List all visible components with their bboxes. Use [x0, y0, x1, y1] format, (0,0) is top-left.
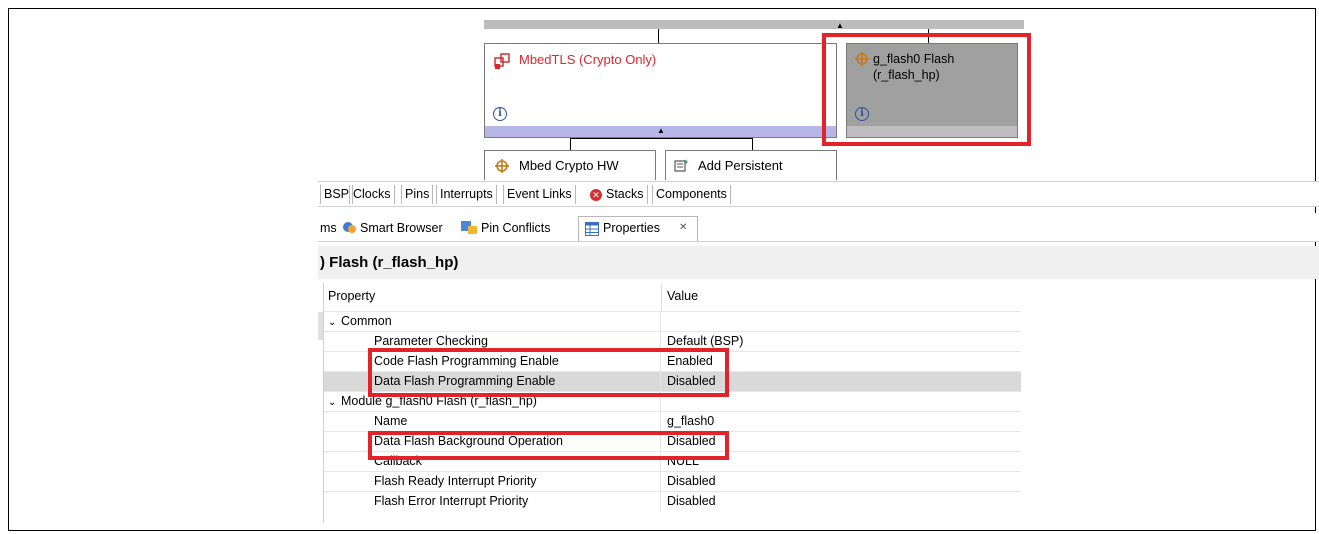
properties-icon — [585, 222, 599, 236]
header-property[interactable]: Property — [328, 289, 375, 303]
tab-stacks[interactable]: Stacks — [603, 185, 648, 204]
configuration-editor-tabs: BSP Clocks Pins Interrupts Event Links ✕… — [318, 181, 1319, 207]
close-tab-icon[interactable]: ✕ — [679, 222, 687, 233]
mbed-crypto-hw-box[interactable]: Mbed Crypto HW — [484, 150, 656, 180]
tab-properties[interactable]: Properties ✕ — [578, 216, 698, 241]
properties-label: Properties — [603, 221, 660, 235]
table-row[interactable]: Flash Ready Interrupt Priority Disabled — [324, 471, 1021, 491]
highlight-flash-module — [822, 33, 1031, 146]
module-error-icon — [494, 53, 510, 69]
property-label: Flash Ready Interrupt Priority — [374, 474, 537, 488]
properties-panel-title: ) Flash (r_flash_hp) — [318, 246, 1319, 279]
tab-event-links[interactable]: Event Links — [503, 185, 576, 204]
column-divider[interactable] — [661, 283, 662, 311]
mbed-crypto-hw-title: Mbed Crypto HW — [519, 158, 619, 173]
stack-top-collapse-bar[interactable] — [484, 20, 1024, 29]
chevron-down-icon[interactable]: ⌄ — [328, 393, 338, 411]
mbedtls-title: MbedTLS (Crypto Only) — [519, 52, 657, 67]
property-value[interactable]: Disabled — [667, 492, 716, 511]
add-module-icon — [674, 159, 688, 172]
info-icon[interactable]: i — [493, 107, 507, 121]
error-icon: ✕ — [590, 189, 602, 201]
connector-line — [570, 138, 753, 139]
module-component-icon — [495, 159, 509, 173]
tab-interrupts[interactable]: Interrupts — [436, 185, 497, 204]
view-tab-bar: ms Smart Browser Pin Conflicts — [318, 213, 1319, 242]
chevron-down-icon[interactable]: ⌄ — [328, 313, 338, 331]
mbedtls-module-box[interactable]: MbedTLS (Crypto Only) i — [484, 43, 837, 138]
highlight-programming-enable — [368, 348, 729, 397]
smart-browser-label: Smart Browser — [360, 221, 443, 235]
tab-partial[interactable]: ms — [320, 217, 337, 239]
property-label: Parameter Checking — [374, 334, 488, 348]
smart-browser-icon — [343, 222, 356, 233]
table-row[interactable]: Flash Error Interrupt Priority Disabled — [324, 491, 1021, 511]
scroll-handle[interactable] — [318, 312, 323, 340]
table-row-group-common[interactable]: ⌄ Common — [324, 311, 1021, 331]
highlight-background-operation — [368, 431, 729, 460]
tab-smart-browser[interactable]: Smart Browser — [342, 217, 443, 239]
connector-line — [570, 138, 571, 150]
tab-pins[interactable]: Pins — [401, 185, 434, 204]
header-value[interactable]: Value — [667, 289, 698, 303]
tab-pin-conflicts[interactable]: Pin Conflicts — [460, 217, 550, 239]
collapse-arrow-icon[interactable]: ▲ — [836, 22, 844, 30]
add-persistent-box[interactable]: Add Persistent — [665, 150, 837, 180]
pin-conflicts-label: Pin Conflicts — [481, 221, 551, 235]
collapse-arrow-icon[interactable]: ▲ — [657, 127, 665, 135]
connector-line — [752, 138, 753, 150]
tab-clocks[interactable]: Clocks — [349, 185, 395, 204]
property-value[interactable]: g_flash0 — [667, 412, 714, 431]
table-row[interactable]: Name g_flash0 — [324, 411, 1021, 431]
connector-line — [658, 29, 659, 43]
property-label: Flash Error Interrupt Priority — [374, 494, 529, 508]
tab-components[interactable]: Components — [652, 185, 731, 204]
property-label: Name — [374, 414, 408, 428]
group-label: Common — [341, 314, 392, 328]
pin-conflicts-icon — [461, 221, 477, 234]
table-header: Property Value — [324, 283, 1021, 311]
add-persistent-title: Add Persistent — [698, 158, 783, 173]
property-value[interactable]: Disabled — [667, 472, 716, 491]
